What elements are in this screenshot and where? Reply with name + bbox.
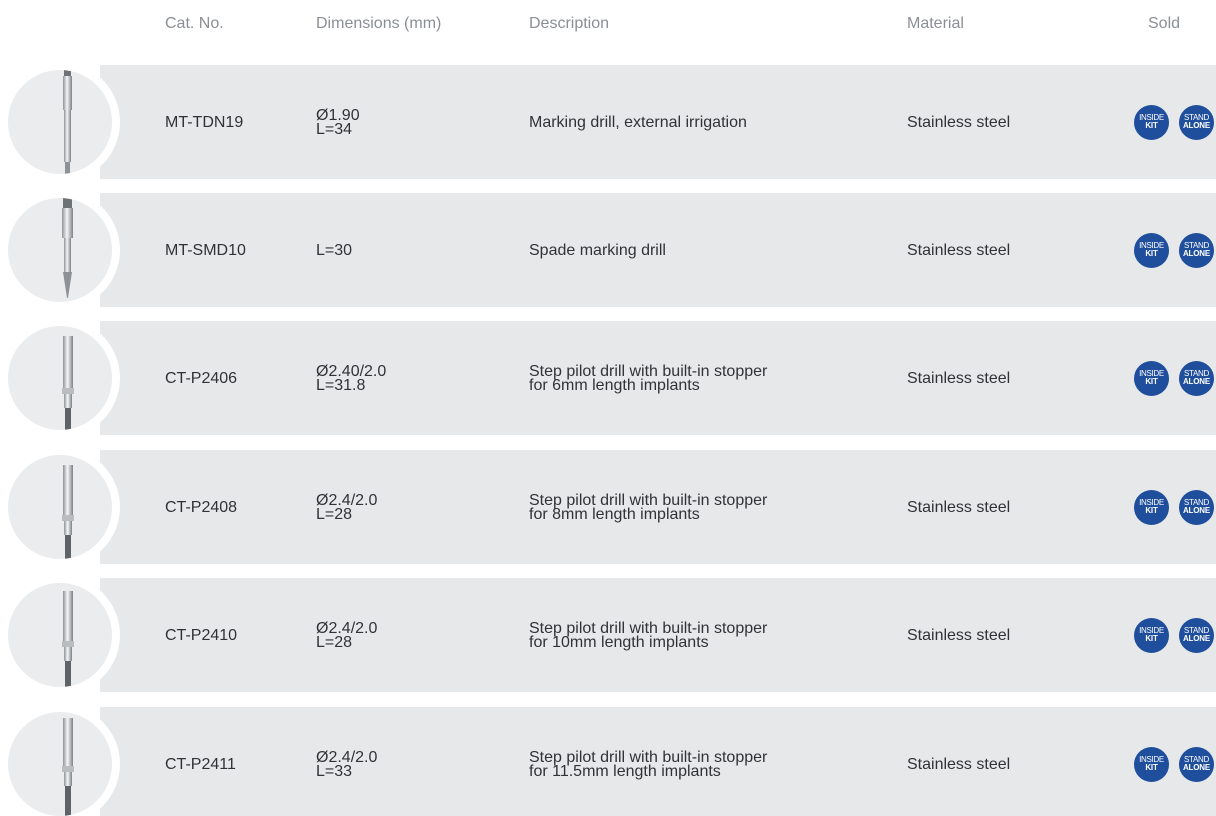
table-row: CT-P2410 Ø2.4/2.0 L=28 Step pilot drill … [0, 575, 1216, 695]
description-line: for 10mm length implants [529, 634, 709, 651]
material-cell: Stainless steel [907, 627, 1011, 644]
inside-kit-badge: INSIDE KIT [1134, 233, 1169, 268]
inside-kit-badge: INSIDE KIT [1134, 105, 1169, 140]
step-pilot-drill-icon [0, 704, 120, 816]
product-table: Cat. No. Dimensions (mm) Description Mat… [0, 0, 1216, 816]
description-cell: Marking drill, external irrigation [529, 114, 747, 131]
material-cell: Stainless steel [907, 114, 1011, 131]
dimensions-cell: L=30 [316, 242, 353, 259]
cat-no-cell: MT-SMD10 [165, 242, 246, 259]
description-line: for 6mm length implants [529, 377, 700, 394]
stand-alone-badge: STAND ALONE [1179, 233, 1214, 268]
header-description: Description [529, 15, 610, 32]
marking-drill-icon [0, 62, 120, 182]
description-line: for 11.5mm length implants [529, 763, 721, 780]
stand-alone-badge: STAND ALONE [1179, 618, 1214, 653]
material-cell: Stainless steel [907, 756, 1011, 773]
dimension-length: L=28 [316, 506, 353, 523]
cat-no-cell: CT-P2408 [165, 499, 238, 516]
dimension-length: L=30 [316, 242, 353, 259]
description-cell: Spade marking drill [529, 242, 666, 259]
step-pilot-drill-icon [0, 447, 120, 567]
inside-kit-badge: INSIDE KIT [1134, 618, 1169, 653]
header-cat-no: Cat. No. [165, 15, 224, 32]
header-material: Material [907, 15, 964, 32]
cat-no-cell: CT-P2411 [165, 756, 236, 773]
inside-kit-badge: INSIDE KIT [1134, 747, 1169, 782]
material-cell: Stainless steel [907, 499, 1011, 516]
table-row: MT-TDN19 Ø1.90 L=34 Marking drill, exter… [0, 62, 1216, 182]
description-line: for 8mm length implants [529, 506, 700, 523]
step-pilot-drill-icon [0, 318, 120, 438]
stand-alone-badge: STAND ALONE [1179, 361, 1214, 396]
spade-drill-icon [0, 190, 120, 310]
cat-no-cell: CT-P2410 [165, 627, 238, 644]
dimension-length: L=31.8 [316, 377, 366, 394]
cat-no-cell: CT-P2406 [165, 370, 238, 387]
dimension-length: L=33 [316, 763, 353, 780]
stand-alone-badge: STAND ALONE [1179, 105, 1214, 140]
header-dimensions: Dimensions (mm) [316, 15, 442, 32]
dimension-length: L=34 [316, 121, 353, 138]
dimensions-cell: Ø2.40/2.0 L=31.8 [316, 364, 386, 394]
table-row: CT-P2411 Ø2.4/2.0 L=33 Step pilot drill … [0, 704, 1216, 816]
dimensions-cell: Ø2.4/2.0 L=28 [316, 493, 377, 523]
dimensions-cell: Ø2.4/2.0 L=33 [316, 750, 377, 780]
table-row: MT-SMD10 L=30 Spade marking drill Stainl… [0, 190, 1216, 310]
step-pilot-drill-icon [0, 575, 120, 695]
table-header: Cat. No. Dimensions (mm) Description Mat… [0, 0, 1216, 50]
cat-no-cell: MT-TDN19 [165, 114, 244, 131]
table-row: CT-P2406 Ø2.40/2.0 L=31.8 Step pilot dri… [0, 318, 1216, 438]
dimension-length: L=28 [316, 634, 353, 651]
stand-alone-badge: STAND ALONE [1179, 747, 1214, 782]
material-cell: Stainless steel [907, 370, 1011, 387]
table-row: CT-P2408 Ø2.4/2.0 L=28 Step pilot drill … [0, 447, 1216, 567]
inside-kit-badge: INSIDE KIT [1134, 361, 1169, 396]
material-cell: Stainless steel [907, 242, 1011, 259]
header-sold: Sold [1148, 15, 1181, 32]
dimensions-cell: Ø1.90 L=34 [316, 108, 360, 138]
description-cell: Step pilot drill with built-in stopper f… [529, 621, 767, 651]
description-line: Marking drill, external irrigation [529, 114, 747, 131]
dimensions-cell: Ø2.4/2.0 L=28 [316, 621, 377, 651]
description-cell: Step pilot drill with built-in stopper f… [529, 750, 767, 780]
description-cell: Step pilot drill with built-in stopper f… [529, 493, 767, 523]
inside-kit-badge: INSIDE KIT [1134, 490, 1169, 525]
description-cell: Step pilot drill with built-in stopper f… [529, 364, 767, 394]
description-line: Spade marking drill [529, 242, 666, 259]
stand-alone-badge: STAND ALONE [1179, 490, 1214, 525]
